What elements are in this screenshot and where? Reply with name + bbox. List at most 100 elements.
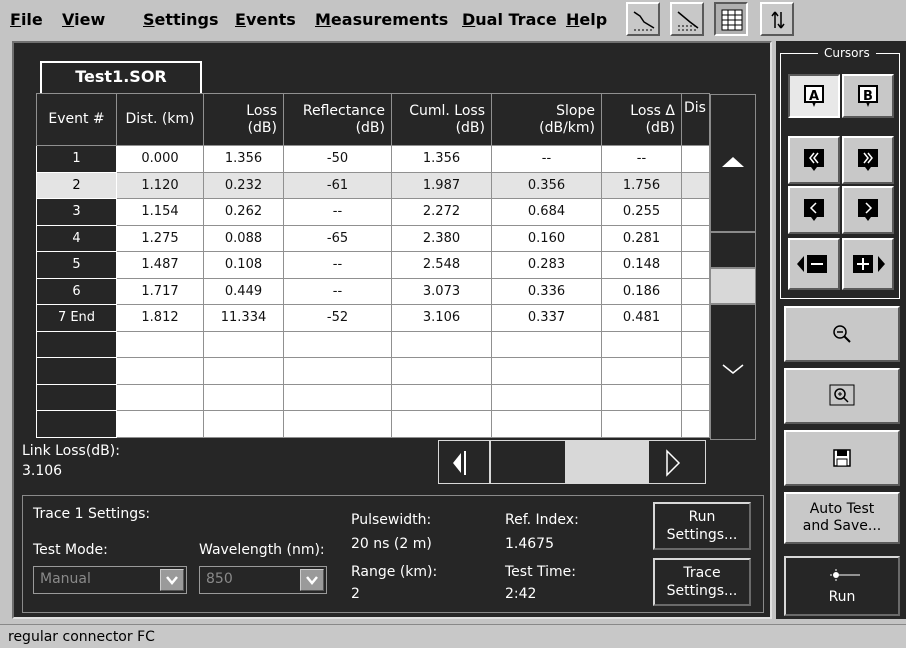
table-row[interactable]: 2 1.120 0.232 -61 1.987 0.356 1.756 — [36, 171, 710, 199]
trace-zoom-button[interactable] — [626, 2, 660, 36]
table-cell — [681, 277, 710, 305]
table-cell — [681, 304, 710, 332]
cursor-fast-left-button[interactable] — [788, 136, 840, 184]
table-row-empty[interactable] — [36, 357, 710, 385]
table-cell: 1.987 — [391, 171, 492, 199]
table-cell: -- — [491, 145, 602, 173]
table-row-empty[interactable] — [36, 410, 710, 438]
menu-events[interactable]: Events — [235, 10, 296, 29]
table-cell — [491, 383, 602, 411]
col-header-distance[interactable]: Dist. (km) — [116, 93, 204, 146]
table-cell: 1.120 — [116, 171, 204, 199]
table-cell: 2.548 — [391, 251, 492, 279]
cursor-decrement-button[interactable] — [788, 238, 840, 290]
status-text: regular connector FC — [8, 629, 155, 645]
minus-left-icon — [797, 255, 827, 273]
table-cell — [391, 330, 492, 358]
scroll-up-button[interactable] — [710, 94, 756, 232]
table-cell — [116, 357, 204, 385]
table-cell: 0.148 — [601, 251, 682, 279]
scroll-left-button[interactable] — [438, 440, 490, 484]
trace-overlay-button[interactable] — [670, 2, 704, 36]
scroll-thumb[interactable] — [710, 268, 756, 304]
menu-file[interactable]: File — [10, 10, 43, 29]
run-button[interactable]: Run — [784, 556, 900, 616]
cursor-b-button[interactable]: B — [842, 74, 894, 118]
event-table: Event # Dist. (km) Loss (dB) Reflectance… — [36, 93, 710, 438]
event-number-cell: 7 End — [36, 304, 117, 332]
table-row[interactable]: 7 End 1.812 11.334 -52 3.106 0.337 0.481 — [36, 304, 710, 332]
vertical-scrollbar[interactable] — [710, 94, 756, 440]
cursor-fast-right-button[interactable] — [842, 136, 894, 184]
table-cell — [283, 330, 392, 358]
horizontal-scroll-thumb[interactable] — [566, 440, 648, 484]
run-settings-button[interactable]: Run Settings... — [653, 502, 751, 550]
wavelength-select[interactable]: 850 — [199, 566, 327, 594]
table-cell: 0.449 — [203, 277, 284, 305]
table-cell — [601, 357, 682, 385]
table-cell — [681, 383, 710, 411]
table-cell: 2.272 — [391, 198, 492, 226]
menu-measurements[interactable]: Measurements — [315, 10, 448, 29]
table-cell — [116, 383, 204, 411]
menu-settings[interactable]: Settings — [143, 10, 219, 29]
save-button[interactable] — [784, 430, 900, 486]
table-cell: 1.487 — [116, 251, 204, 279]
file-tab[interactable]: Test1.SOR — [40, 61, 202, 93]
ref-index-label: Ref. Index: — [505, 512, 579, 528]
table-row[interactable]: 4 1.275 0.088 -65 2.380 0.160 0.281 — [36, 224, 710, 252]
pulsewidth-value: 20 ns (2 m) — [351, 536, 432, 552]
col-header-reflectance[interactable]: Reflectance (dB) — [283, 93, 392, 146]
table-cell: 1.356 — [391, 145, 492, 173]
event-number-cell: 3 — [36, 198, 117, 226]
table-row[interactable]: 6 1.717 0.449 -- 3.073 0.336 0.186 — [36, 277, 710, 305]
ref-index-value: 1.4675 — [505, 536, 554, 552]
cursor-a-button[interactable]: A — [788, 74, 840, 118]
cursor-increment-button[interactable] — [842, 238, 894, 290]
table-cell: 11.334 — [203, 304, 284, 332]
table-row[interactable]: 1 0.000 1.356 -50 1.356 -- -- — [36, 145, 710, 173]
wavelength-value: 850 — [206, 571, 233, 587]
cursor-right-button[interactable] — [842, 186, 894, 234]
table-row[interactable]: 3 1.154 0.262 -- 2.272 0.684 0.255 — [36, 198, 710, 226]
menu-help[interactable]: Help — [566, 10, 607, 29]
test-mode-label: Test Mode: — [33, 542, 108, 558]
table-view-button[interactable] — [714, 2, 748, 36]
table-cell: 0.336 — [491, 277, 602, 305]
scroll-track-left[interactable] — [490, 440, 566, 484]
horizontal-scrollbar[interactable] — [438, 440, 716, 484]
table-cell: 1.717 — [116, 277, 204, 305]
col-header-cuml-loss[interactable]: Cuml. Loss (dB) — [391, 93, 492, 146]
col-header-loss[interactable]: Loss (dB) — [203, 93, 284, 146]
col-header-event[interactable]: Event # — [36, 93, 117, 146]
pulsewidth-label: Pulsewidth: — [351, 512, 432, 528]
cursor-left-button[interactable] — [788, 186, 840, 234]
table-cell — [116, 410, 204, 438]
col-header-loss-delta[interactable]: Loss Δ (dB) — [601, 93, 682, 146]
table-row-empty[interactable] — [36, 383, 710, 411]
auto-test-save-button[interactable]: Auto Test and Save... — [784, 492, 900, 544]
table-cell: -- — [601, 145, 682, 173]
menu-dual-trace[interactable]: Dual Trace — [462, 10, 557, 29]
test-time-value: 2:42 — [505, 586, 537, 602]
scroll-track-upper[interactable] — [710, 232, 756, 268]
zoom-fit-button[interactable] — [784, 368, 900, 424]
table-row-empty[interactable] — [36, 330, 710, 358]
scroll-down-button[interactable] — [710, 304, 756, 440]
table-cell: -- — [283, 251, 392, 279]
col-header-slope[interactable]: Slope (dB/km) — [491, 93, 602, 146]
link-loss-value: 3.106 — [22, 463, 63, 479]
cursors-title: Cursors — [818, 44, 876, 62]
zoom-out-button[interactable] — [784, 306, 900, 362]
scroll-right-button[interactable] — [648, 440, 706, 484]
cursor-a-label: A — [808, 89, 820, 104]
table-row[interactable]: 5 1.487 0.108 -- 2.548 0.283 0.148 — [36, 251, 710, 279]
table-cell — [491, 330, 602, 358]
menu-view[interactable]: View — [62, 10, 105, 29]
test-mode-select[interactable]: Manual — [33, 566, 187, 594]
swap-button[interactable] — [760, 2, 794, 36]
col-header-dis[interactable]: Dis — [681, 93, 710, 146]
trace-settings-button[interactable]: Trace Settings... — [653, 558, 751, 606]
table-cell — [283, 383, 392, 411]
table-cell: 0.000 — [116, 145, 204, 173]
